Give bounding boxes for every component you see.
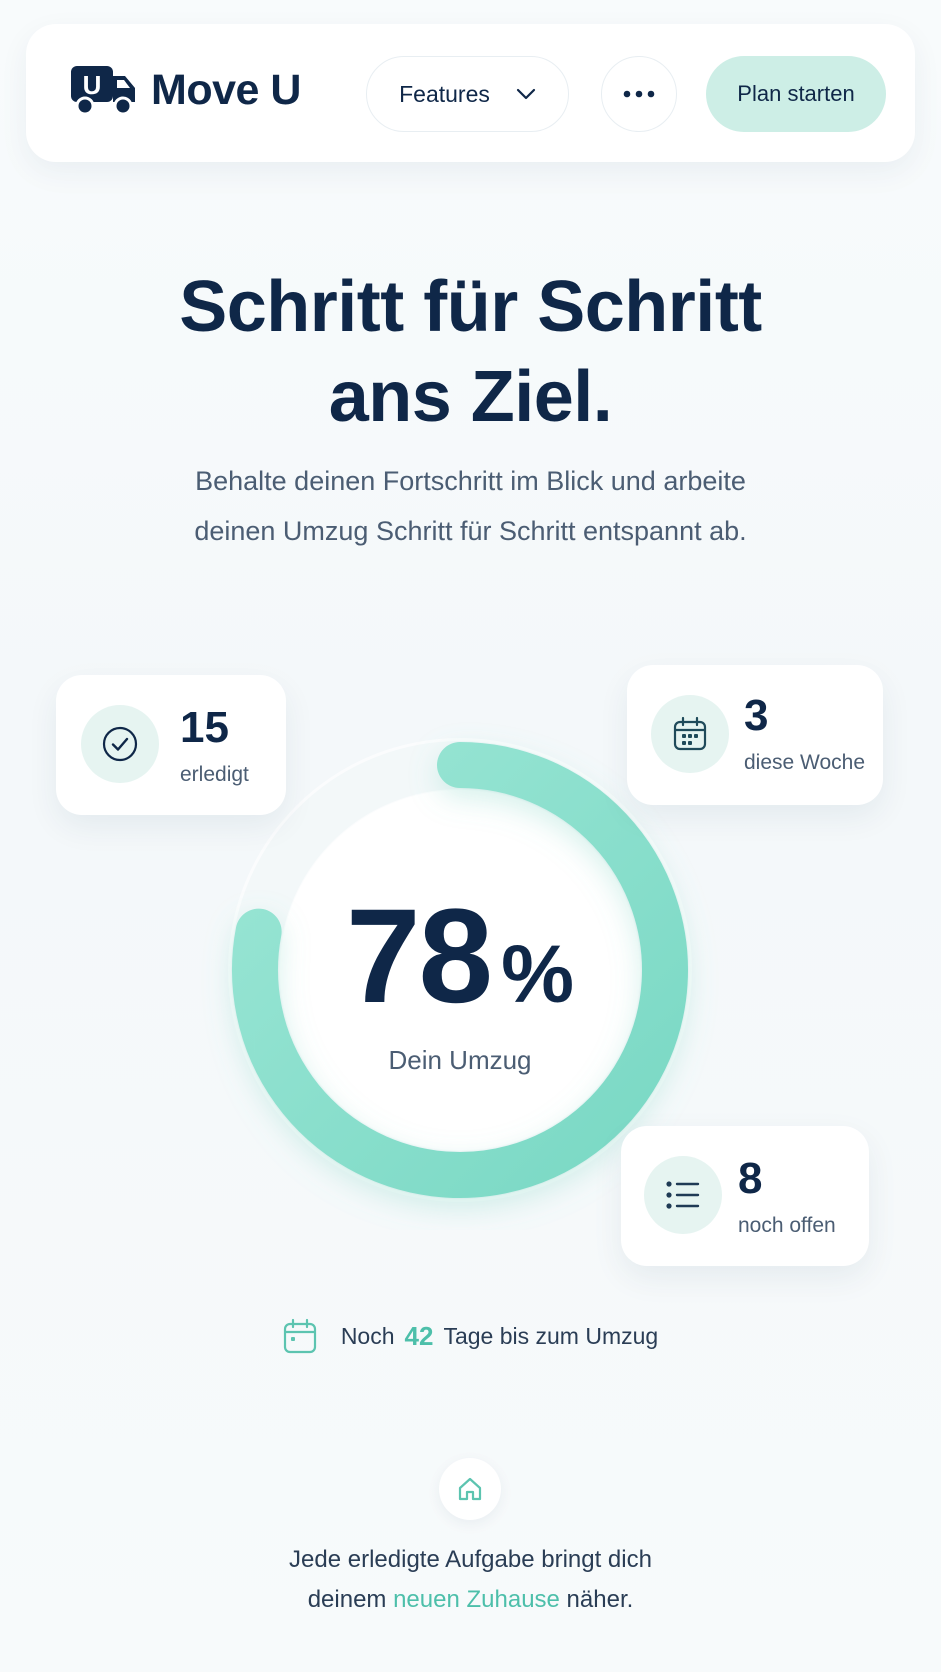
footer-accent-text: neuen Zuhause bbox=[393, 1586, 560, 1613]
done-label: erledigt bbox=[180, 763, 249, 786]
percent-symbol: % bbox=[501, 929, 574, 1020]
countdown-days: 42 bbox=[404, 1320, 434, 1351]
subtitle-line-2: deinen Umzug Schritt für Schritt entspan… bbox=[194, 516, 747, 546]
home-icon bbox=[439, 1458, 501, 1520]
done-count: 15 bbox=[180, 703, 229, 752]
progress-percent: 78% bbox=[200, 880, 720, 1033]
brand-name: Move U bbox=[151, 65, 301, 114]
check-circle-icon bbox=[81, 705, 159, 783]
open-count: 8 bbox=[738, 1154, 763, 1203]
footer-message: Jede erledigte Aufgabe bringt dich deine… bbox=[0, 1540, 941, 1620]
features-label: Features bbox=[399, 80, 490, 107]
logo-letter: U bbox=[83, 70, 102, 100]
countdown-suffix: Tage bis zum Umzug bbox=[443, 1322, 659, 1349]
title-line-2: ans Ziel. bbox=[328, 357, 613, 437]
more-button[interactable] bbox=[601, 56, 677, 132]
footer-line-2: deinem neuen Zuhause näher. bbox=[0, 1580, 941, 1620]
countdown-prefix: Noch bbox=[340, 1322, 395, 1349]
move-countdown: Noch 42 Tage bis zum Umzug bbox=[0, 1318, 941, 1354]
page-title: Schritt für Schritt ans Ziel. bbox=[0, 262, 941, 442]
week-label: diese Woche bbox=[744, 751, 866, 774]
top-nav: U Move U Features Plan starten bbox=[26, 24, 915, 162]
week-count: 3 bbox=[744, 691, 769, 740]
title-line-1: Schritt für Schritt bbox=[179, 267, 762, 347]
footer-line-2-prefix: deinem bbox=[307, 1586, 394, 1613]
chevron-down-icon bbox=[516, 88, 535, 100]
brand-logo[interactable]: U Move U bbox=[71, 64, 301, 116]
open-label: noch offen bbox=[738, 1214, 836, 1237]
stat-card-done[interactable]: 15 erledigt bbox=[56, 675, 286, 815]
features-dropdown[interactable]: Features bbox=[366, 56, 569, 132]
percent-value: 78 bbox=[346, 882, 493, 1031]
stat-card-week[interactable]: 3 diese Woche bbox=[627, 665, 883, 805]
list-icon bbox=[644, 1156, 722, 1234]
subtitle-line-1: Behalte deinen Fortschritt im Blick und … bbox=[195, 466, 746, 496]
page-subtitle: Behalte deinen Fortschritt im Blick und … bbox=[130, 456, 811, 556]
calendar-icon bbox=[651, 695, 729, 773]
truck-logo-icon: U bbox=[71, 66, 135, 116]
stat-card-open[interactable]: 8 noch offen bbox=[621, 1126, 869, 1266]
footer-line-1: Jede erledigte Aufgabe bringt dich bbox=[289, 1546, 652, 1573]
footer-line-2-suffix: näher. bbox=[559, 1586, 634, 1613]
progress-label: Dein Umzug bbox=[388, 1045, 532, 1075]
calendar-small-icon bbox=[283, 1318, 317, 1354]
start-plan-button[interactable]: Plan starten bbox=[706, 56, 886, 132]
more-dots-icon bbox=[623, 90, 655, 98]
